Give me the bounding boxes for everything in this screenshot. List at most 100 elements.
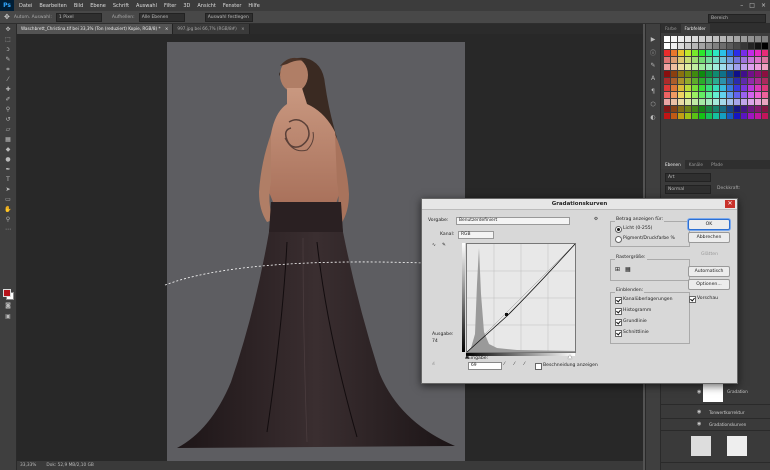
- 3d-icon[interactable]: ⬡: [648, 99, 658, 109]
- color-swatch[interactable]: [678, 78, 684, 84]
- color-swatch[interactable]: [748, 36, 754, 42]
- color-swatch[interactable]: [685, 106, 691, 112]
- input-value-field[interactable]: 69: [468, 362, 502, 370]
- type-tool-icon[interactable]: T: [2, 175, 14, 184]
- color-swatch[interactable]: [664, 36, 670, 42]
- color-swatch[interactable]: [671, 99, 677, 105]
- pen-tool-icon[interactable]: ✒: [2, 165, 14, 174]
- crop-tool-icon[interactable]: ⌗: [2, 65, 14, 74]
- color-swatch[interactable]: [699, 85, 705, 91]
- color-swatch[interactable]: [706, 57, 712, 63]
- color-swatch[interactable]: [671, 106, 677, 112]
- visibility-eye-icon[interactable]: ◉: [697, 389, 701, 395]
- color-swatch[interactable]: [706, 92, 712, 98]
- color-swatch[interactable]: [762, 71, 768, 77]
- color-swatch[interactable]: [699, 43, 705, 49]
- color-swatch[interactable]: [706, 64, 712, 70]
- white-point-slider[interactable]: ▲: [568, 354, 572, 360]
- color-swatch[interactable]: [664, 113, 670, 119]
- color-swatch[interactable]: [734, 99, 740, 105]
- color-swatch[interactable]: [755, 71, 761, 77]
- color-swatch[interactable]: [727, 50, 733, 56]
- color-swatch[interactable]: [678, 64, 684, 70]
- color-swatch[interactable]: [720, 71, 726, 77]
- color-swatch[interactable]: [741, 64, 747, 70]
- color-swatch[interactable]: [706, 78, 712, 84]
- color-swatch[interactable]: [671, 36, 677, 42]
- color-swatch[interactable]: [734, 36, 740, 42]
- color-swatch[interactable]: [734, 64, 740, 70]
- color-swatch[interactable]: [727, 36, 733, 42]
- color-swatch[interactable]: [706, 43, 712, 49]
- color-swatch[interactable]: [664, 57, 670, 63]
- color-swatch[interactable]: [713, 78, 719, 84]
- simple-grid-icon[interactable]: ⊞: [615, 266, 620, 273]
- color-swatch[interactable]: [706, 113, 712, 119]
- color-swatch[interactable]: [664, 78, 670, 84]
- color-swatch[interactable]: [741, 36, 747, 42]
- color-swatch[interactable]: [748, 78, 754, 84]
- color-swatch[interactable]: [692, 71, 698, 77]
- color-swatch[interactable]: [734, 43, 740, 49]
- menu-item[interactable]: Schrift: [113, 3, 129, 9]
- color-swatch[interactable]: [727, 64, 733, 70]
- histogram-checkbox[interactable]: [615, 308, 622, 315]
- color-swatch[interactable]: [678, 43, 684, 49]
- color-swatch[interactable]: [699, 78, 705, 84]
- color-swatch[interactable]: [664, 85, 670, 91]
- color-swatch[interactable]: [699, 113, 705, 119]
- color-swatch[interactable]: [755, 92, 761, 98]
- menu-item[interactable]: 3D: [183, 3, 190, 9]
- color-swatch[interactable]: [699, 50, 705, 56]
- detailed-grid-icon[interactable]: ▦: [625, 266, 631, 273]
- history-brush-icon[interactable]: ↺: [2, 115, 14, 124]
- color-swatch[interactable]: [762, 64, 768, 70]
- quick-mask-icon[interactable]: ◙: [2, 301, 14, 310]
- color-swatch[interactable]: [678, 113, 684, 119]
- color-swatch[interactable]: [748, 99, 754, 105]
- visibility-eye-icon[interactable]: ◉: [697, 421, 701, 427]
- color-swatch[interactable]: [671, 57, 677, 63]
- color-swatch[interactable]: [678, 99, 684, 105]
- visibility-eye-icon[interactable]: ◉: [697, 409, 701, 415]
- color-swatch[interactable]: [713, 99, 719, 105]
- color-swatch[interactable]: [748, 113, 754, 119]
- color-swatch[interactable]: [685, 43, 691, 49]
- color-swatch[interactable]: [741, 113, 747, 119]
- color-swatch[interactable]: [734, 85, 740, 91]
- color-swatch[interactable]: [685, 64, 691, 70]
- color-swatch[interactable]: [678, 71, 684, 77]
- search-input[interactable]: Bereich: [708, 14, 766, 23]
- close-window-button[interactable]: ×: [761, 2, 766, 9]
- zoom-level[interactable]: 33,33%: [20, 463, 36, 468]
- layer-row[interactable]: [661, 432, 770, 463]
- maximize-button[interactable]: □: [749, 2, 755, 9]
- color-swatch[interactable]: [762, 57, 768, 63]
- tab-layers[interactable]: Ebenen: [661, 160, 685, 169]
- color-swatch[interactable]: [678, 106, 684, 112]
- channel-dropdown[interactable]: RGB: [458, 231, 494, 239]
- ok-button[interactable]: OK: [688, 219, 730, 230]
- cancel-button[interactable]: Abbrechen: [688, 232, 730, 243]
- color-swatch[interactable]: [748, 85, 754, 91]
- color-swatch[interactable]: [720, 113, 726, 119]
- color-swatch[interactable]: [685, 78, 691, 84]
- color-swatch[interactable]: [699, 99, 705, 105]
- color-swatch[interactable]: [692, 64, 698, 70]
- color-swatch[interactable]: [748, 106, 754, 112]
- tab-color[interactable]: Farbe: [661, 24, 681, 33]
- color-swatch[interactable]: [692, 57, 698, 63]
- menu-item[interactable]: Bild: [74, 3, 83, 9]
- color-swatch[interactable]: [671, 64, 677, 70]
- color-swatch[interactable]: [762, 43, 768, 49]
- color-swatch[interactable]: [727, 71, 733, 77]
- on-image-adjust-tool-icon[interactable]: ☝: [432, 362, 435, 367]
- color-swatch[interactable]: [685, 36, 691, 42]
- color-swatch[interactable]: [755, 64, 761, 70]
- color-swatch[interactable]: [741, 92, 747, 98]
- color-swatch[interactable]: [678, 50, 684, 56]
- color-swatch[interactable]: [741, 85, 747, 91]
- color-swatch[interactable]: [671, 85, 677, 91]
- menu-item[interactable]: Filter: [164, 3, 176, 9]
- color-swatch[interactable]: [671, 43, 677, 49]
